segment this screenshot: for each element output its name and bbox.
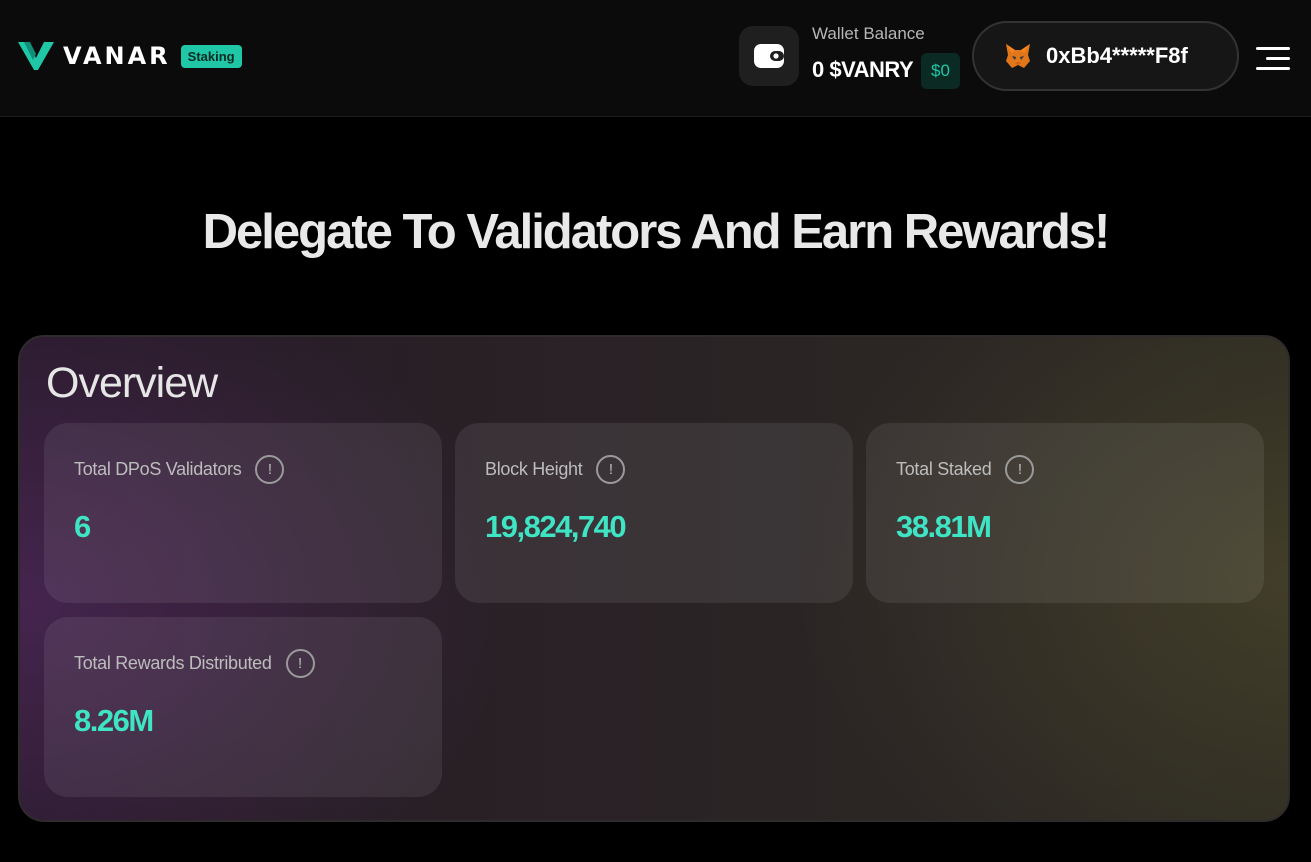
stat-label: Total Staked (896, 459, 992, 479)
wallet-balance-label: Wallet Balance (812, 24, 925, 43)
stat-label: Total Rewards Distributed (74, 653, 272, 673)
overview-title: Overview (46, 359, 218, 407)
metamask-fox-icon (1006, 44, 1030, 68)
overview-panel: Overview Total DPoS Validators ! 6 Block… (18, 335, 1290, 822)
page-title: Delegate To Validators And Earn Rewards! (202, 205, 1111, 259)
info-icon[interactable]: ! (1005, 455, 1035, 484)
wallet-address-button[interactable]: 0xBb4*****F8f (972, 21, 1239, 91)
info-icon[interactable]: ! (285, 649, 315, 678)
stat-value: 6 (74, 509, 91, 544)
stat-value: 38.81M (896, 509, 992, 544)
vanar-logo[interactable]: VANAR Staking (18, 40, 242, 72)
wallet-icon (754, 44, 784, 68)
wallet-address: 0xBb4*****F8f (1046, 43, 1188, 68)
stat-label: Total DPoS Validators (74, 459, 242, 479)
wallet-button[interactable] (739, 26, 799, 86)
stat-card-block-height: Block Height ! 19,824,740 (455, 423, 853, 603)
brand-name: VANAR (63, 42, 171, 70)
stat-value: 19,824,740 (485, 509, 627, 544)
stat-card-total-validators: Total DPoS Validators ! 6 (44, 423, 442, 603)
top-bar: VANAR Staking Wallet Balance 0 $VANRY $0… (0, 0, 1311, 117)
staking-badge: Staking (180, 44, 242, 68)
info-icon[interactable]: ! (596, 455, 626, 484)
vanar-logo-icon (18, 42, 54, 70)
wallet-balance-usd: $0 (921, 53, 960, 89)
info-icon[interactable]: ! (255, 455, 285, 484)
stat-card-total-rewards: Total Rewards Distributed ! 8.26M (44, 617, 442, 797)
wallet-balance-amount: 0 $VANRY (812, 57, 914, 82)
stat-label: Block Height (485, 459, 583, 479)
stat-card-total-staked: Total Staked ! 38.81M (866, 423, 1264, 603)
hamburger-menu-icon[interactable] (1256, 45, 1290, 73)
stat-value: 8.26M (74, 703, 154, 738)
